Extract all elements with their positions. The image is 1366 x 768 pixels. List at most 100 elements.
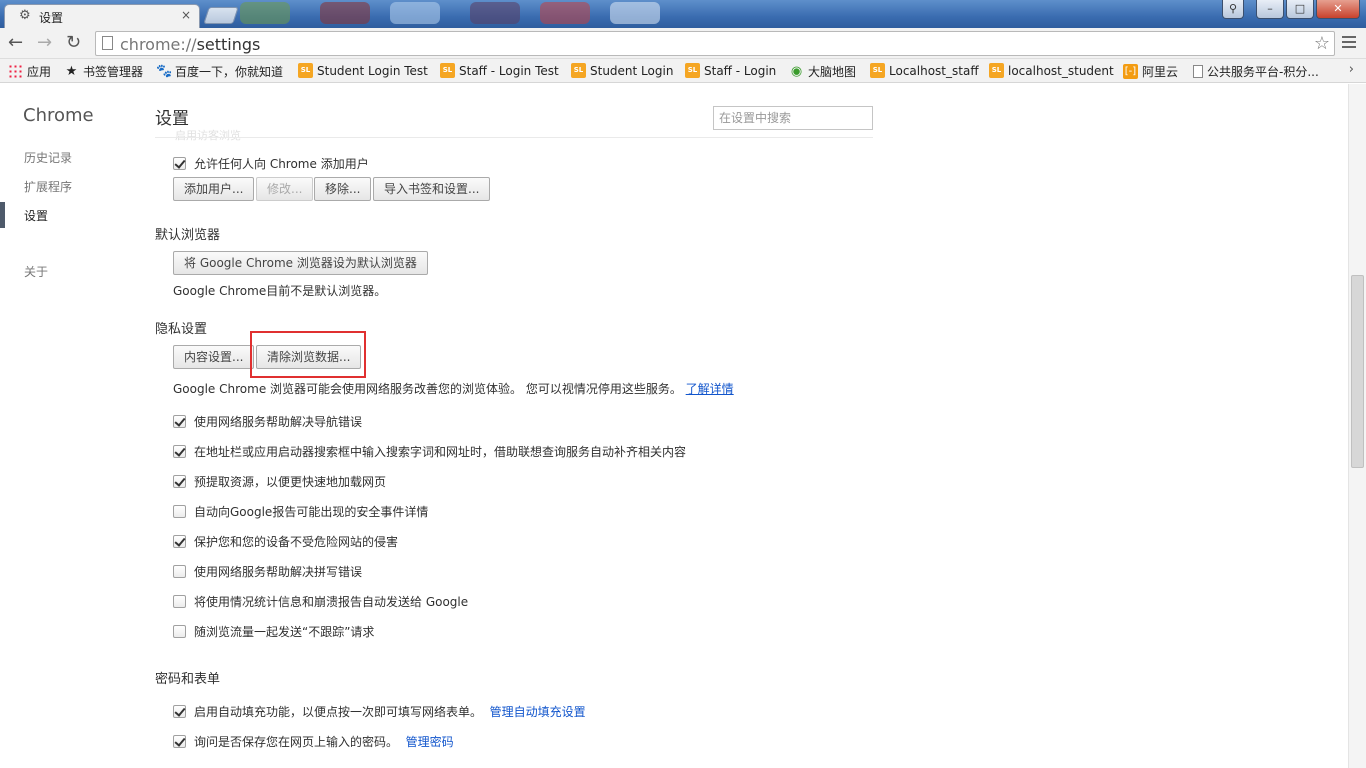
back-button[interactable]: ←	[8, 32, 23, 53]
import-bookmarks-button[interactable]: 导入书签和设置...	[373, 177, 491, 201]
sidebar-item-about[interactable]: 关于	[24, 263, 48, 280]
apps-icon	[8, 64, 23, 79]
title-bar: ⚙ 设置 × ⚲ – □ ✕	[0, 0, 1366, 28]
set-default-browser-button[interactable]: 将 Google Chrome 浏览器设为默认浏览器	[173, 251, 428, 275]
privacy-option-label: 使用网络服务帮助解决拼写错误	[194, 565, 363, 579]
bookmark-aliyun[interactable]: [-] 阿里云	[1123, 63, 1178, 80]
remove-user-button[interactable]: 移除...	[314, 177, 372, 201]
new-tab-button[interactable]	[203, 7, 239, 24]
privacy-option-label: 保护您和您的设备不受危险网站的侵害	[194, 535, 399, 549]
checkbox[interactable]	[173, 505, 186, 518]
window-controls: ⚲ – □ ✕	[1222, 0, 1360, 19]
privacy-option-label: 在地址栏或应用启动器搜索框中输入搜索字词和网址时，借助联想查询服务自动补齐相关内…	[194, 445, 687, 459]
checkbox[interactable]	[173, 565, 186, 578]
checkbox[interactable]	[173, 157, 186, 170]
sl-icon: SL	[685, 63, 700, 78]
privacy-description: Google Chrome 浏览器可能会使用网络服务改善您的浏览体验。 您可以视…	[173, 382, 734, 396]
bookmark-localhost-staff[interactable]: SL Localhost_staff	[870, 63, 979, 78]
sidebar-item-settings[interactable]: 设置	[24, 207, 48, 224]
star-icon: ★	[65, 64, 78, 79]
map-icon: ◉	[790, 64, 803, 79]
default-browser-status: Google Chrome目前不是默认浏览器。	[173, 284, 387, 298]
highlight-box	[250, 331, 366, 378]
sidebar-active-indicator	[0, 202, 5, 228]
bookmark-apps[interactable]: 应用	[8, 63, 51, 80]
privacy-option-label: 预提取资源，以便更快速地加载网页	[194, 475, 387, 489]
checkbox[interactable]	[173, 595, 186, 608]
bookmark-student-login[interactable]: SL Student Login	[571, 63, 673, 78]
allow-add-user-checkbox-row[interactable]: 允许任何人向 Chrome 添加用户	[173, 155, 369, 172]
edit-user-button[interactable]: 修改...	[256, 177, 314, 201]
privacy-option-row[interactable]: 将使用情况统计信息和崩溃报告自动发送给 Google	[173, 593, 468, 610]
aliyun-icon: [-]	[1123, 64, 1138, 79]
minimize-button[interactable]: –	[1256, 0, 1284, 19]
settings-page: Chrome 历史记录 扩展程序 设置 关于 设置 启用访客浏览 允许任何人向 …	[0, 84, 1366, 768]
autofill-checkbox-row[interactable]: 启用自动填充功能，以便点按一次即可填写网络表单。 管理自动填充设置	[173, 703, 586, 720]
bookmark-student-login-test[interactable]: SL Student Login Test	[298, 63, 428, 78]
privacy-option-row[interactable]: 使用网络服务帮助解决导航错误	[173, 413, 362, 430]
tab-settings[interactable]: ⚙ 设置 ×	[4, 4, 200, 28]
privacy-option-label: 将使用情况统计信息和崩溃报告自动发送给 Google	[194, 595, 469, 609]
user-icon[interactable]: ⚲	[1222, 0, 1244, 19]
checkbox[interactable]	[173, 475, 186, 488]
checkbox[interactable]	[173, 535, 186, 548]
scrollbar-thumb[interactable]	[1351, 275, 1364, 468]
manage-passwords-link[interactable]: 管理密码	[406, 733, 454, 750]
save-passwords-checkbox-row[interactable]: 询问是否保存您在网页上输入的密码。 管理密码	[173, 733, 454, 750]
manage-autofill-link[interactable]: 管理自动填充设置	[490, 703, 586, 720]
privacy-option-label: 随浏览流量一起发送“不跟踪”请求	[194, 625, 375, 639]
address-bar[interactable]: chrome://settings ☆	[95, 31, 1335, 56]
section-title-privacy: 隐私设置	[155, 322, 208, 337]
maximize-button[interactable]: □	[1286, 0, 1314, 19]
checkbox[interactable]	[173, 445, 186, 458]
close-window-button[interactable]: ✕	[1316, 0, 1360, 19]
privacy-option-row[interactable]: 自动向Google报告可能出现的安全事件详情	[173, 503, 428, 520]
bookmark-staff-login[interactable]: SL Staff - Login	[685, 63, 776, 78]
reload-button[interactable]: ↻	[66, 32, 81, 53]
url-text[interactable]: chrome://settings	[120, 35, 260, 54]
sidebar-item-history[interactable]: 历史记录	[24, 149, 72, 166]
section-title-passwords: 密码和表单	[155, 672, 221, 687]
section-title-default-browser: 默认浏览器	[155, 228, 221, 243]
bookmarks-bar: 应用 ★ 书签管理器 🐾 百度一下，你就知道 SL Student Login Tes…	[0, 59, 1366, 83]
privacy-option-row[interactable]: 预提取资源，以便更快速地加载网页	[173, 473, 386, 490]
sl-icon: SL	[440, 63, 455, 78]
chrome-menu-icon[interactable]	[1342, 36, 1356, 51]
bookmark-staff-login-test[interactable]: SL Staff - Login Test	[440, 63, 559, 78]
close-tab-icon[interactable]: ×	[181, 8, 191, 22]
privacy-option-row[interactable]: 在地址栏或应用启动器搜索框中输入搜索字词和网址时，借助联想查询服务自动补齐相关内…	[173, 443, 686, 460]
privacy-option-row[interactable]: 随浏览流量一起发送“不跟踪”请求	[173, 623, 374, 640]
sl-icon: SL	[870, 63, 885, 78]
gear-icon: ⚙	[19, 8, 31, 23]
bookmark-brain-map[interactable]: ◉ 大脑地图	[789, 63, 856, 80]
privacy-option-label: 自动向Google报告可能出现的安全事件详情	[194, 505, 429, 519]
checkbox[interactable]	[173, 625, 186, 638]
learn-more-link[interactable]: 了解详情	[686, 382, 734, 396]
bookmark-baidu[interactable]: 🐾 百度一下，你就知道	[156, 63, 283, 80]
settings-search-field[interactable]	[713, 106, 873, 130]
content-settings-button[interactable]: 内容设置...	[173, 345, 255, 369]
baidu-icon: 🐾	[156, 64, 173, 79]
privacy-option-row[interactable]: 使用网络服务帮助解决拼写错误	[173, 563, 362, 580]
bookmark-star-icon[interactable]: ☆	[1314, 33, 1330, 54]
sidebar-item-extensions[interactable]: 扩展程序	[24, 178, 72, 195]
bookmarks-overflow-icon[interactable]: ›	[1349, 62, 1354, 77]
page-icon	[102, 36, 113, 50]
bookmark-localhost-student[interactable]: SL localhost_student	[989, 63, 1114, 78]
sidebar-title: Chrome	[23, 105, 94, 126]
checkbox[interactable]	[173, 735, 186, 748]
checkbox[interactable]	[173, 415, 186, 428]
bookmark-public-service[interactable]: 公共服务平台-积分...	[1193, 63, 1319, 80]
page-title: 设置	[155, 109, 189, 129]
search-input[interactable]	[714, 107, 872, 129]
checkbox[interactable]	[173, 705, 186, 718]
privacy-option-row[interactable]: 保护您和您的设备不受危险网站的侵害	[173, 533, 398, 550]
sl-icon: SL	[298, 63, 313, 78]
privacy-option-label: 使用网络服务帮助解决导航错误	[194, 415, 363, 429]
page-scrollbar[interactable]	[1348, 84, 1366, 768]
bookmark-manager[interactable]: ★ 书签管理器	[64, 63, 143, 80]
document-icon	[1193, 65, 1203, 78]
tab-title: 设置	[39, 11, 64, 25]
forward-button[interactable]: →	[37, 32, 52, 53]
add-user-button[interactable]: 添加用户...	[173, 177, 255, 201]
